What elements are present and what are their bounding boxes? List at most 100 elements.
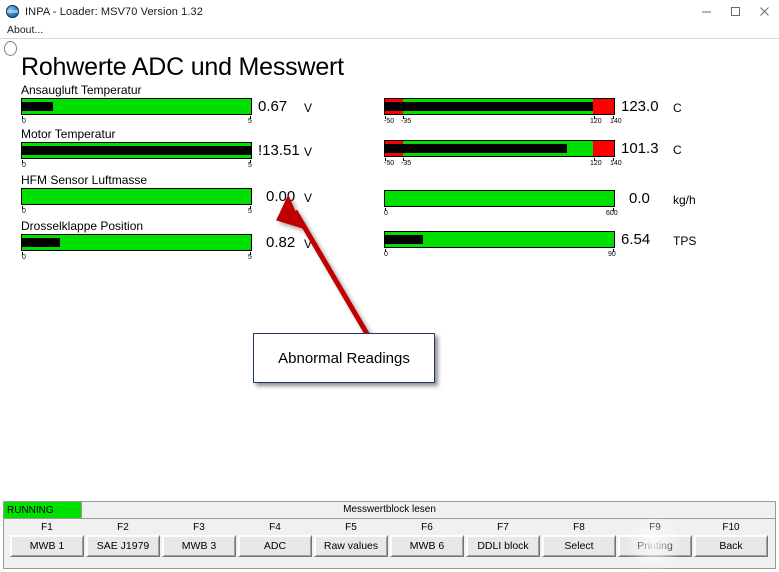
function-key-button-f4[interactable]: ADC: [238, 535, 312, 557]
function-key-button-f10[interactable]: Back: [694, 535, 768, 557]
gauge-unit: V: [304, 191, 313, 205]
gauge-tick-2: -35: [401, 160, 412, 167]
function-key-f3: F3 MWB 3: [162, 521, 236, 557]
gauge-tick-min: 0: [22, 208, 26, 215]
inpa-application-window: INPA - Loader: MSV70 Version 1.32 About.…: [0, 0, 779, 572]
gauge-drosselklappe-position: Drosselklappe Position 0 5 0.82 V: [21, 219, 321, 261]
gauge-unit: TPS: [673, 234, 697, 248]
gauge-tick-max: 5: [248, 208, 252, 215]
function-key-button-f2[interactable]: SAE J1979: [86, 535, 160, 557]
gauge-tick-max: 600: [606, 210, 618, 217]
function-key-f2: F2 SAE J1979: [86, 521, 160, 557]
gauge-value: 0.82: [266, 234, 296, 251]
inpa-globe-icon: [6, 5, 19, 18]
function-key-button-f3[interactable]: MWB 3: [162, 535, 236, 557]
gauge-value: 6.54: [621, 231, 651, 248]
function-key-button-f7[interactable]: DDLI block: [466, 535, 540, 557]
function-key-f10: F10 Back: [694, 521, 768, 557]
gauge-bar: [384, 140, 615, 157]
function-key-label: F6: [421, 522, 433, 533]
gauge-bar: [21, 98, 252, 115]
function-key-label: F9: [649, 522, 661, 533]
gauge-value: 123.0: [621, 98, 659, 115]
gauge-tick-1: -50: [384, 160, 395, 167]
function-key-button-f5[interactable]: Raw values: [314, 535, 388, 557]
minimize-icon[interactable]: [692, 0, 721, 23]
window-title-bar: INPA - Loader: MSV70 Version 1.32: [0, 0, 779, 24]
gauge-tick-max: 90: [608, 251, 616, 258]
gauge-motor-temperatur-celsius-2: -50 -35 120 140 101.3 C: [384, 140, 694, 180]
annotation-text: Abnormal Readings: [278, 349, 410, 367]
gauge-bar-fill: [22, 238, 60, 247]
function-key-label: F7: [497, 522, 509, 533]
gauge-value: !13.51: [258, 142, 300, 159]
gauge-tick-min: 0: [384, 210, 388, 217]
gauge-tick-3: 120: [590, 118, 602, 125]
maximize-icon[interactable]: [721, 0, 750, 23]
gauge-bar-fill: [22, 102, 53, 111]
annotation-callout: Abnormal Readings: [253, 333, 435, 383]
function-key-f1: F1 MWB 1: [10, 521, 84, 557]
gauge-bar: [21, 234, 252, 251]
gauge-zone-high: [593, 99, 614, 114]
gauge-label: Ansaugluft Temperatur: [21, 83, 142, 97]
gauge-unit: V: [304, 237, 313, 251]
gauge-tick-1: -50: [384, 118, 395, 125]
function-key-f4: F4 ADC: [238, 521, 312, 557]
gauge-bar-fill: [22, 146, 251, 155]
gauge-tick-4: 140: [610, 160, 622, 167]
function-key-label: F2: [117, 522, 129, 533]
gauge-tick-min: 0: [22, 254, 26, 261]
menu-bar: About...: [0, 23, 779, 39]
measurement-client-area: Rohwerte ADC und Messwert Ansaugluft Tem…: [0, 39, 779, 497]
gauge-value: 0.67: [258, 98, 288, 115]
gauge-bar-fill: [385, 102, 594, 111]
gauge-unit: C: [673, 143, 682, 157]
gauge-bar: [21, 188, 252, 205]
gauge-value: 101.3: [621, 140, 659, 157]
gauge-motor-temperatur: Motor Temperatur 0 5 !13.51 V: [21, 127, 321, 169]
gauge-bar: [21, 142, 252, 159]
status-bar: Messwertblock lesen RUNNING: [3, 501, 776, 519]
gauge-unit: C: [673, 101, 682, 115]
window-title: INPA - Loader: MSV70 Version 1.32: [25, 5, 203, 18]
gauge-bar: [384, 190, 615, 207]
gauge-value: 0.0: [629, 190, 650, 207]
gauge-tick-3: 120: [590, 160, 602, 167]
gauge-bar: [384, 231, 615, 248]
gauge-tick-2: -35: [401, 118, 412, 125]
gauge-value: 0.00: [266, 188, 296, 205]
gauge-bar: [384, 98, 615, 115]
function-key-label: F5: [345, 522, 357, 533]
gauge-tick-max: 5: [248, 162, 252, 169]
gauge-tick-min: 0: [22, 118, 26, 125]
gauge-tick-min: 0: [22, 162, 26, 169]
function-key-label: F1: [41, 522, 53, 533]
function-key-button-f6[interactable]: MWB 6: [390, 535, 464, 557]
function-key-f6: F6 MWB 6: [390, 521, 464, 557]
annotation-arrow-icon: [255, 189, 385, 349]
function-key-label: F10: [722, 522, 740, 533]
gauge-bar-fill: [385, 235, 423, 244]
gauge-tick-min: 0: [384, 251, 388, 258]
status-badge: RUNNING: [4, 502, 82, 518]
function-key-button-f8[interactable]: Select: [542, 535, 616, 557]
gauge-ansaugluft-temperatur: Ansaugluft Temperatur 0 5 0.67 V: [21, 83, 321, 125]
gauge-drosselklappe-tps: 0 90 6.54 TPS: [384, 231, 697, 271]
gauge-tick-max: 5: [248, 118, 252, 125]
window-controls: [692, 0, 779, 23]
function-key-button-f1[interactable]: MWB 1: [10, 535, 84, 557]
status-message: Messwertblock lesen: [343, 504, 436, 515]
close-icon[interactable]: [750, 0, 779, 23]
menu-item-about[interactable]: About...: [7, 24, 43, 36]
gauge-bar-fill: [385, 144, 568, 153]
gauge-motor-temperatur-celsius: -50 -35 120 140 123.0 C: [384, 98, 694, 138]
page-title: Rohwerte ADC und Messwert: [21, 53, 344, 81]
function-key-button-f9[interactable]: Printing: [618, 535, 692, 557]
gauge-unit: V: [304, 145, 313, 159]
gauge-zone-high: [593, 141, 614, 156]
gauge-unit: V: [304, 101, 313, 115]
corner-circle-artifact: [4, 41, 17, 56]
function-key-label: F3: [193, 522, 205, 533]
function-key-label: F8: [573, 522, 585, 533]
